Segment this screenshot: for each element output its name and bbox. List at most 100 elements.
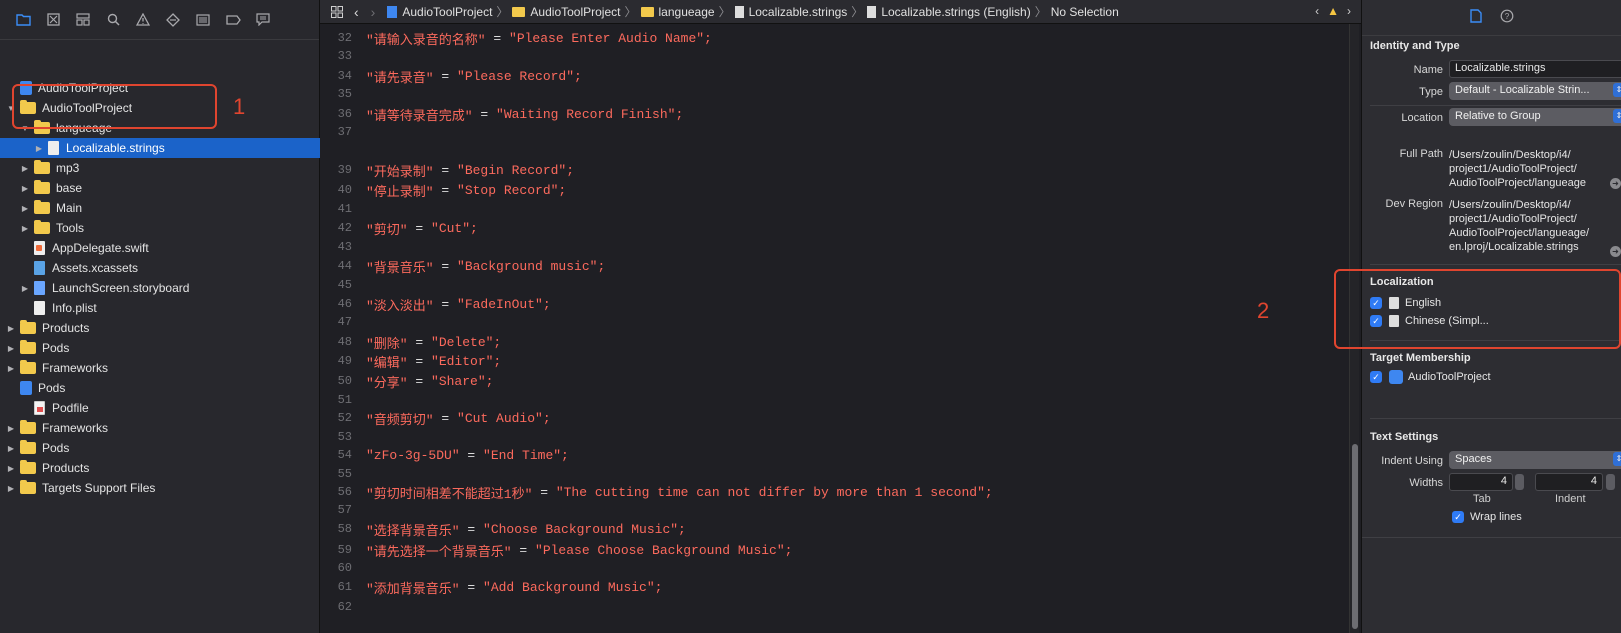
- code-line: 33: [320, 46, 366, 66]
- related-items-grid-icon[interactable]: [328, 3, 346, 21]
- crumb-selection[interactable]: No Selection: [1051, 5, 1119, 19]
- type-popup[interactable]: Default - Localizable Strin...⇕: [1449, 82, 1621, 100]
- annotation-box-1: [12, 84, 217, 129]
- forward-arrow-icon[interactable]: ›: [371, 4, 376, 20]
- disclosure-closed-icon[interactable]: ▶: [34, 144, 44, 153]
- disclosure-closed-icon[interactable]: ▶: [20, 284, 30, 293]
- code-area[interactable]: 32 "请输入录音的名称" = "Please Enter Audio Name"…: [320, 24, 1361, 633]
- disclosure-closed-icon[interactable]: ▶: [20, 204, 30, 213]
- search-icon[interactable]: [104, 11, 122, 29]
- indent-width-stepper[interactable]: [1606, 474, 1615, 490]
- disclosure-closed-icon[interactable]: ▶: [6, 364, 16, 373]
- warning-icon[interactable]: ▲: [1327, 4, 1339, 18]
- xcode-window: AudioToolProject ▼ AudioToolProject ▼ langue…: [0, 0, 1621, 633]
- tree-item[interactable]: Pods: [0, 378, 320, 398]
- string-value: "Please Choose Background Music";: [535, 542, 793, 558]
- disclosure-closed-icon[interactable]: ▶: [6, 464, 16, 473]
- annotation-number-1: 1: [233, 94, 246, 119]
- tree-item[interactable]: ▶ Targets Support Files: [0, 478, 320, 498]
- disclosure-closed-icon[interactable]: ▶: [20, 164, 30, 173]
- tree-item[interactable]: ▶ Products: [0, 458, 320, 478]
- disclosure-closed-icon[interactable]: ▶: [6, 344, 16, 353]
- tree-item[interactable]: ▶ base: [0, 178, 320, 198]
- tab-width-field[interactable]: 4: [1449, 473, 1513, 491]
- next-issue-icon[interactable]: ›: [1347, 4, 1351, 18]
- app-target-icon: [1389, 370, 1403, 384]
- code-line: 58 "选择背景音乐" = "Choose Background Music";: [320, 519, 686, 539]
- indent-using-popup[interactable]: Spaces⇕: [1449, 451, 1621, 469]
- line-number: 60: [337, 561, 352, 575]
- tree-item[interactable]: ▶ mp3: [0, 158, 320, 178]
- tree-item[interactable]: ▶ Pods: [0, 338, 320, 358]
- test-icon[interactable]: [164, 11, 182, 29]
- code-line: 41: [320, 199, 366, 219]
- popup-chevron-icon: ⇕: [1613, 109, 1621, 123]
- tree-item[interactable]: ▶ LaunchScreen.storyboard: [0, 278, 320, 298]
- warning-icon[interactable]: [134, 11, 152, 29]
- disclosure-closed-icon[interactable]: ▶: [20, 184, 30, 193]
- crumb-strings-english[interactable]: Localizable.strings (English): [867, 5, 1031, 19]
- line-number: 41: [337, 202, 352, 216]
- breakpoint-icon[interactable]: [224, 11, 242, 29]
- equals-sign: =: [433, 162, 458, 178]
- tree-item[interactable]: ▶ Frameworks: [0, 358, 320, 378]
- folder-icon: [20, 340, 36, 354]
- disclosure-closed-icon[interactable]: ▶: [20, 224, 30, 233]
- equals-sign: =: [433, 68, 458, 84]
- folder-icon: [34, 180, 50, 194]
- line-number: 53: [337, 430, 352, 444]
- line-number: 47: [337, 315, 352, 329]
- help-icon[interactable]: ?: [1500, 9, 1514, 26]
- symbol-icon[interactable]: [74, 11, 92, 29]
- tree-item[interactable]: ▶ Products: [0, 318, 320, 338]
- crumb-langueage[interactable]: langueage: [640, 5, 715, 19]
- code-line: 49 "编辑" = "Editor";: [320, 351, 502, 371]
- equals-sign: =: [433, 296, 458, 312]
- tree-item[interactable]: Assets.xcassets: [0, 258, 320, 278]
- tree-item[interactable]: ▶ Localizable.strings: [0, 138, 320, 158]
- scrollbar-thumb[interactable]: [1352, 444, 1358, 629]
- line-number: 32: [337, 31, 352, 45]
- name-field[interactable]: Localizable.strings: [1449, 60, 1621, 78]
- tree-item[interactable]: Podfile: [0, 398, 320, 418]
- location-popup[interactable]: Relative to Group⇕: [1449, 108, 1621, 126]
- source-control-icon[interactable]: [44, 11, 62, 29]
- disclosure-closed-icon[interactable]: ▶: [6, 484, 16, 493]
- disclosure-closed-icon[interactable]: ▶: [6, 424, 16, 433]
- folder-icon: [512, 6, 526, 17]
- tree-item[interactable]: Info.plist: [0, 298, 320, 318]
- crumb-strings[interactable]: Localizable.strings: [734, 5, 847, 19]
- reveal-arrow-icon[interactable]: ➜: [1610, 178, 1621, 189]
- tree-item[interactable]: ▶ Frameworks: [0, 418, 320, 438]
- target-checkbox[interactable]: ✓: [1370, 371, 1382, 383]
- crumb-project[interactable]: AudioToolProject: [387, 5, 492, 19]
- equals-sign: =: [407, 353, 432, 369]
- report-icon[interactable]: [254, 11, 272, 29]
- tree-item[interactable]: ▶ Tools: [0, 218, 320, 238]
- disclosure-closed-icon[interactable]: ▶: [6, 444, 16, 453]
- wrap-lines-checkbox[interactable]: ✓: [1452, 511, 1464, 523]
- back-arrow-icon[interactable]: ‹: [354, 4, 359, 20]
- folder-icon: [20, 360, 36, 374]
- tree-item-label: Pods: [42, 441, 70, 455]
- folder-icon: [20, 420, 36, 434]
- reveal-arrow-icon[interactable]: ➜: [1610, 246, 1621, 257]
- tree-item[interactable]: ▶ Main: [0, 198, 320, 218]
- indent-width-field[interactable]: 4: [1535, 473, 1603, 491]
- code-line: 32 "请输入录音的名称" = "Please Enter Audio Name"…: [320, 28, 712, 48]
- line-number: 37: [337, 125, 352, 139]
- tab-width-stepper[interactable]: [1515, 474, 1524, 490]
- string-value: "Choose Background Music";: [483, 521, 686, 537]
- string-key: "分享": [366, 375, 408, 391]
- line-number: 48: [337, 335, 352, 349]
- disclosure-closed-icon[interactable]: ▶: [6, 324, 16, 333]
- debug-icon[interactable]: [194, 11, 212, 29]
- file-inspector-icon[interactable]: [1469, 9, 1482, 26]
- previous-issue-icon[interactable]: ‹: [1315, 4, 1319, 18]
- folder-icon[interactable]: [14, 11, 32, 29]
- tree-item[interactable]: AppDelegate.swift: [0, 238, 320, 258]
- crumb-group[interactable]: AudioToolProject: [512, 5, 620, 19]
- podfile-icon: [34, 401, 45, 415]
- tree-item[interactable]: ▶ Pods: [0, 438, 320, 458]
- line-number: 33: [337, 49, 352, 63]
